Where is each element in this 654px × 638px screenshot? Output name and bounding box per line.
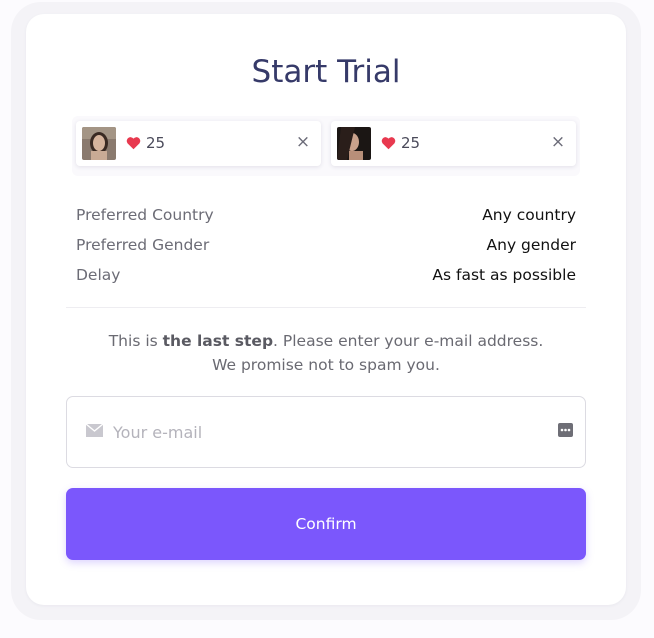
preference-row: Delay As fast as possible xyxy=(76,260,576,290)
emphasis-text: the last step xyxy=(162,332,274,350)
close-icon[interactable]: × xyxy=(295,132,311,152)
heart-icon xyxy=(126,137,141,150)
divider xyxy=(66,307,586,308)
close-icon[interactable]: × xyxy=(550,132,566,152)
heart-icon xyxy=(381,137,396,150)
avatar xyxy=(82,127,116,160)
preference-label: Delay xyxy=(76,266,121,284)
preference-value: Any country xyxy=(482,206,576,224)
instruction-line-1: This is the last step. Please enter your… xyxy=(108,332,544,350)
preference-value: Any gender xyxy=(486,236,576,254)
preferences-list: Preferred Country Any country Preferred … xyxy=(76,200,576,290)
profile-chip: 25 × xyxy=(76,121,321,166)
preference-label: Preferred Gender xyxy=(76,236,210,254)
autofill-icon[interactable] xyxy=(558,423,573,437)
envelope-icon xyxy=(86,424,103,437)
like-count: 25 xyxy=(401,134,421,152)
start-trial-card: Start Trial 25 × 25 × Preferred Country … xyxy=(26,14,626,605)
email-field-container[interactable] xyxy=(66,396,586,468)
confirm-button[interactable]: Confirm xyxy=(66,488,586,560)
email-input[interactable] xyxy=(113,419,533,445)
profile-chip: 25 × xyxy=(331,121,576,166)
preference-value: As fast as possible xyxy=(432,266,576,284)
preference-label: Preferred Country xyxy=(76,206,214,224)
page-title: Start Trial xyxy=(251,54,401,90)
instruction-text: This is the last step. Please enter your… xyxy=(26,329,626,377)
avatar xyxy=(337,127,371,160)
preference-row: Preferred Country Any country xyxy=(76,200,576,230)
like-count: 25 xyxy=(146,134,166,152)
preference-row: Preferred Gender Any gender xyxy=(76,230,576,260)
instruction-line-2: We promise not to spam you. xyxy=(212,356,440,374)
